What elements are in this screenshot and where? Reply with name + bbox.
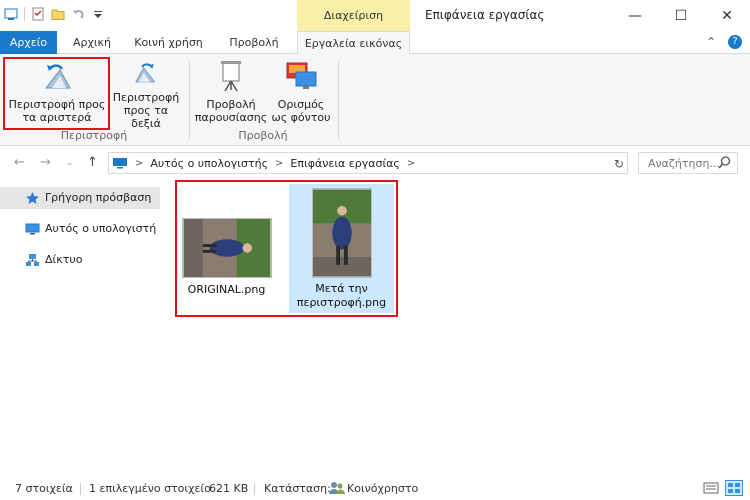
rotate-right-label-1: Περιστροφή [112,91,180,104]
status-state-value: Κοινόχρηστο [347,482,419,495]
star-icon [26,192,39,204]
breadcrumb-this-pc[interactable]: Αυτός ο υπολογιστής [150,157,268,170]
rotate-right-button[interactable]: Περιστροφή προς τα δεξιά [110,58,182,130]
rotate-right-label-2: προς τα δεξιά [123,104,169,130]
breadcrumb-desktop[interactable]: Επιφάνεια εργασίας [290,157,399,170]
tab-view[interactable]: Προβολή [215,31,293,54]
window-title: Επιφάνεια εργασίας [425,8,545,22]
collapse-ribbon-icon[interactable]: ⌃ [706,35,716,49]
up-arrow-icon[interactable]: ↑ [87,155,98,170]
group-label-rotate: Περιστροφή [60,129,128,142]
network-icon [26,254,39,266]
set-background-button[interactable]: Ορισμός ως φόντου [268,58,334,130]
group-separator [338,60,339,140]
group-label-view: Προβολή [238,129,288,142]
ribbon: Περιστροφή προς τα αριστερά Περιστροφή π… [0,54,750,146]
context-tab-header: Διαχείριση [297,0,410,31]
set-background-label-2: ως φόντου [271,111,331,124]
forward-arrow-icon[interactable]: → [40,155,51,170]
nav-label-network: Δίκτυο [45,253,83,266]
slideshow-label-2: παρουσίασης [194,111,268,124]
details-view-icon[interactable] [703,481,719,495]
recent-locations-chevron-icon[interactable]: ⌄ [66,158,74,168]
search-box[interactable]: Αναζήτηση... [638,152,738,174]
tab-share[interactable]: Κοινή χρήση [125,31,212,54]
help-icon[interactable]: ? [728,35,742,49]
large-icons-view-icon[interactable] [725,480,743,496]
slideshow-label-1: Προβολή [206,98,256,111]
set-as-background-icon [286,62,317,89]
computer-icon [25,223,40,235]
status-state-label: Κατάσταση: [264,482,331,495]
close-button[interactable]: ✕ [704,0,750,31]
back-arrow-icon[interactable]: ← [14,155,25,170]
nav-label-this-pc: Αυτός ο υπολογιστή [45,222,157,235]
customize-qat-icon[interactable] [91,7,105,21]
undo-icon[interactable] [71,7,85,21]
nav-item-quick-access[interactable]: Γρήγορη πρόσβαση [0,187,160,209]
navigation-bar: ← → ⌄ ↑ > Αυτός ο υπολογιστής > Επιφάνει… [0,147,750,179]
breadcrumb-chevron-icon[interactable]: > [407,158,415,169]
breadcrumb-chevron-icon[interactable]: > [135,158,143,169]
shared-users-icon [329,482,345,494]
properties-icon[interactable] [4,7,18,21]
refresh-icon[interactable]: ↻ [614,157,624,171]
status-size: 621 KB [209,482,249,495]
tab-home[interactable]: Αρχική [62,31,122,54]
slideshow-button[interactable]: Προβολή παρουσίασης [194,58,268,130]
computer-icon [113,158,127,169]
set-background-label-1: Ορισμός [277,98,325,111]
nav-label-quick-access: Γρήγορη πρόσβαση [45,191,152,204]
search-placeholder: Αναζήτηση... [648,156,720,170]
nav-item-network[interactable]: Δίκτυο [0,249,160,271]
highlight-box-files [175,180,398,317]
maximize-button[interactable]: ☐ [658,0,704,31]
status-separator [80,483,81,495]
navigation-pane: Γρήγορη πρόσβαση Αυτός ο υπολογιστή Δίκτ… [0,187,160,280]
breadcrumb-chevron-icon[interactable]: > [275,158,283,169]
checklist-icon[interactable] [31,7,45,21]
tab-file[interactable]: Αρχείο [0,31,57,54]
quick-access-toolbar [4,7,105,21]
search-icon [718,156,731,169]
group-separator [189,60,190,140]
new-folder-icon[interactable] [51,7,65,21]
address-bar[interactable]: > Αυτός ο υπολογιστής > Επιφάνεια εργασί… [108,152,628,174]
ribbon-tabs: Αρχείο Αρχική Κοινή χρήση Προβολή Εργαλε… [0,31,750,55]
highlight-box-rotate-left [3,57,110,130]
title-bar: Διαχείριση Επιφάνεια εργασίας — ☐ ✕ [0,0,750,31]
rotate-right-icon [135,63,156,83]
status-bar: 7 στοιχεία 1 επιλεγμένο στοιχείο 621 KB … [0,477,750,500]
nav-item-this-pc[interactable]: Αυτός ο υπολογιστή [0,218,160,240]
status-separator [254,483,255,495]
status-item-count: 7 στοιχεία [15,482,73,495]
minimize-button[interactable]: — [612,0,658,31]
tab-picture-tools[interactable]: Εργαλεία εικόνας [297,31,410,55]
status-selected: 1 επιλεγμένο στοιχείο [89,482,211,495]
qat-separator [24,7,25,21]
slideshow-icon [221,61,241,92]
